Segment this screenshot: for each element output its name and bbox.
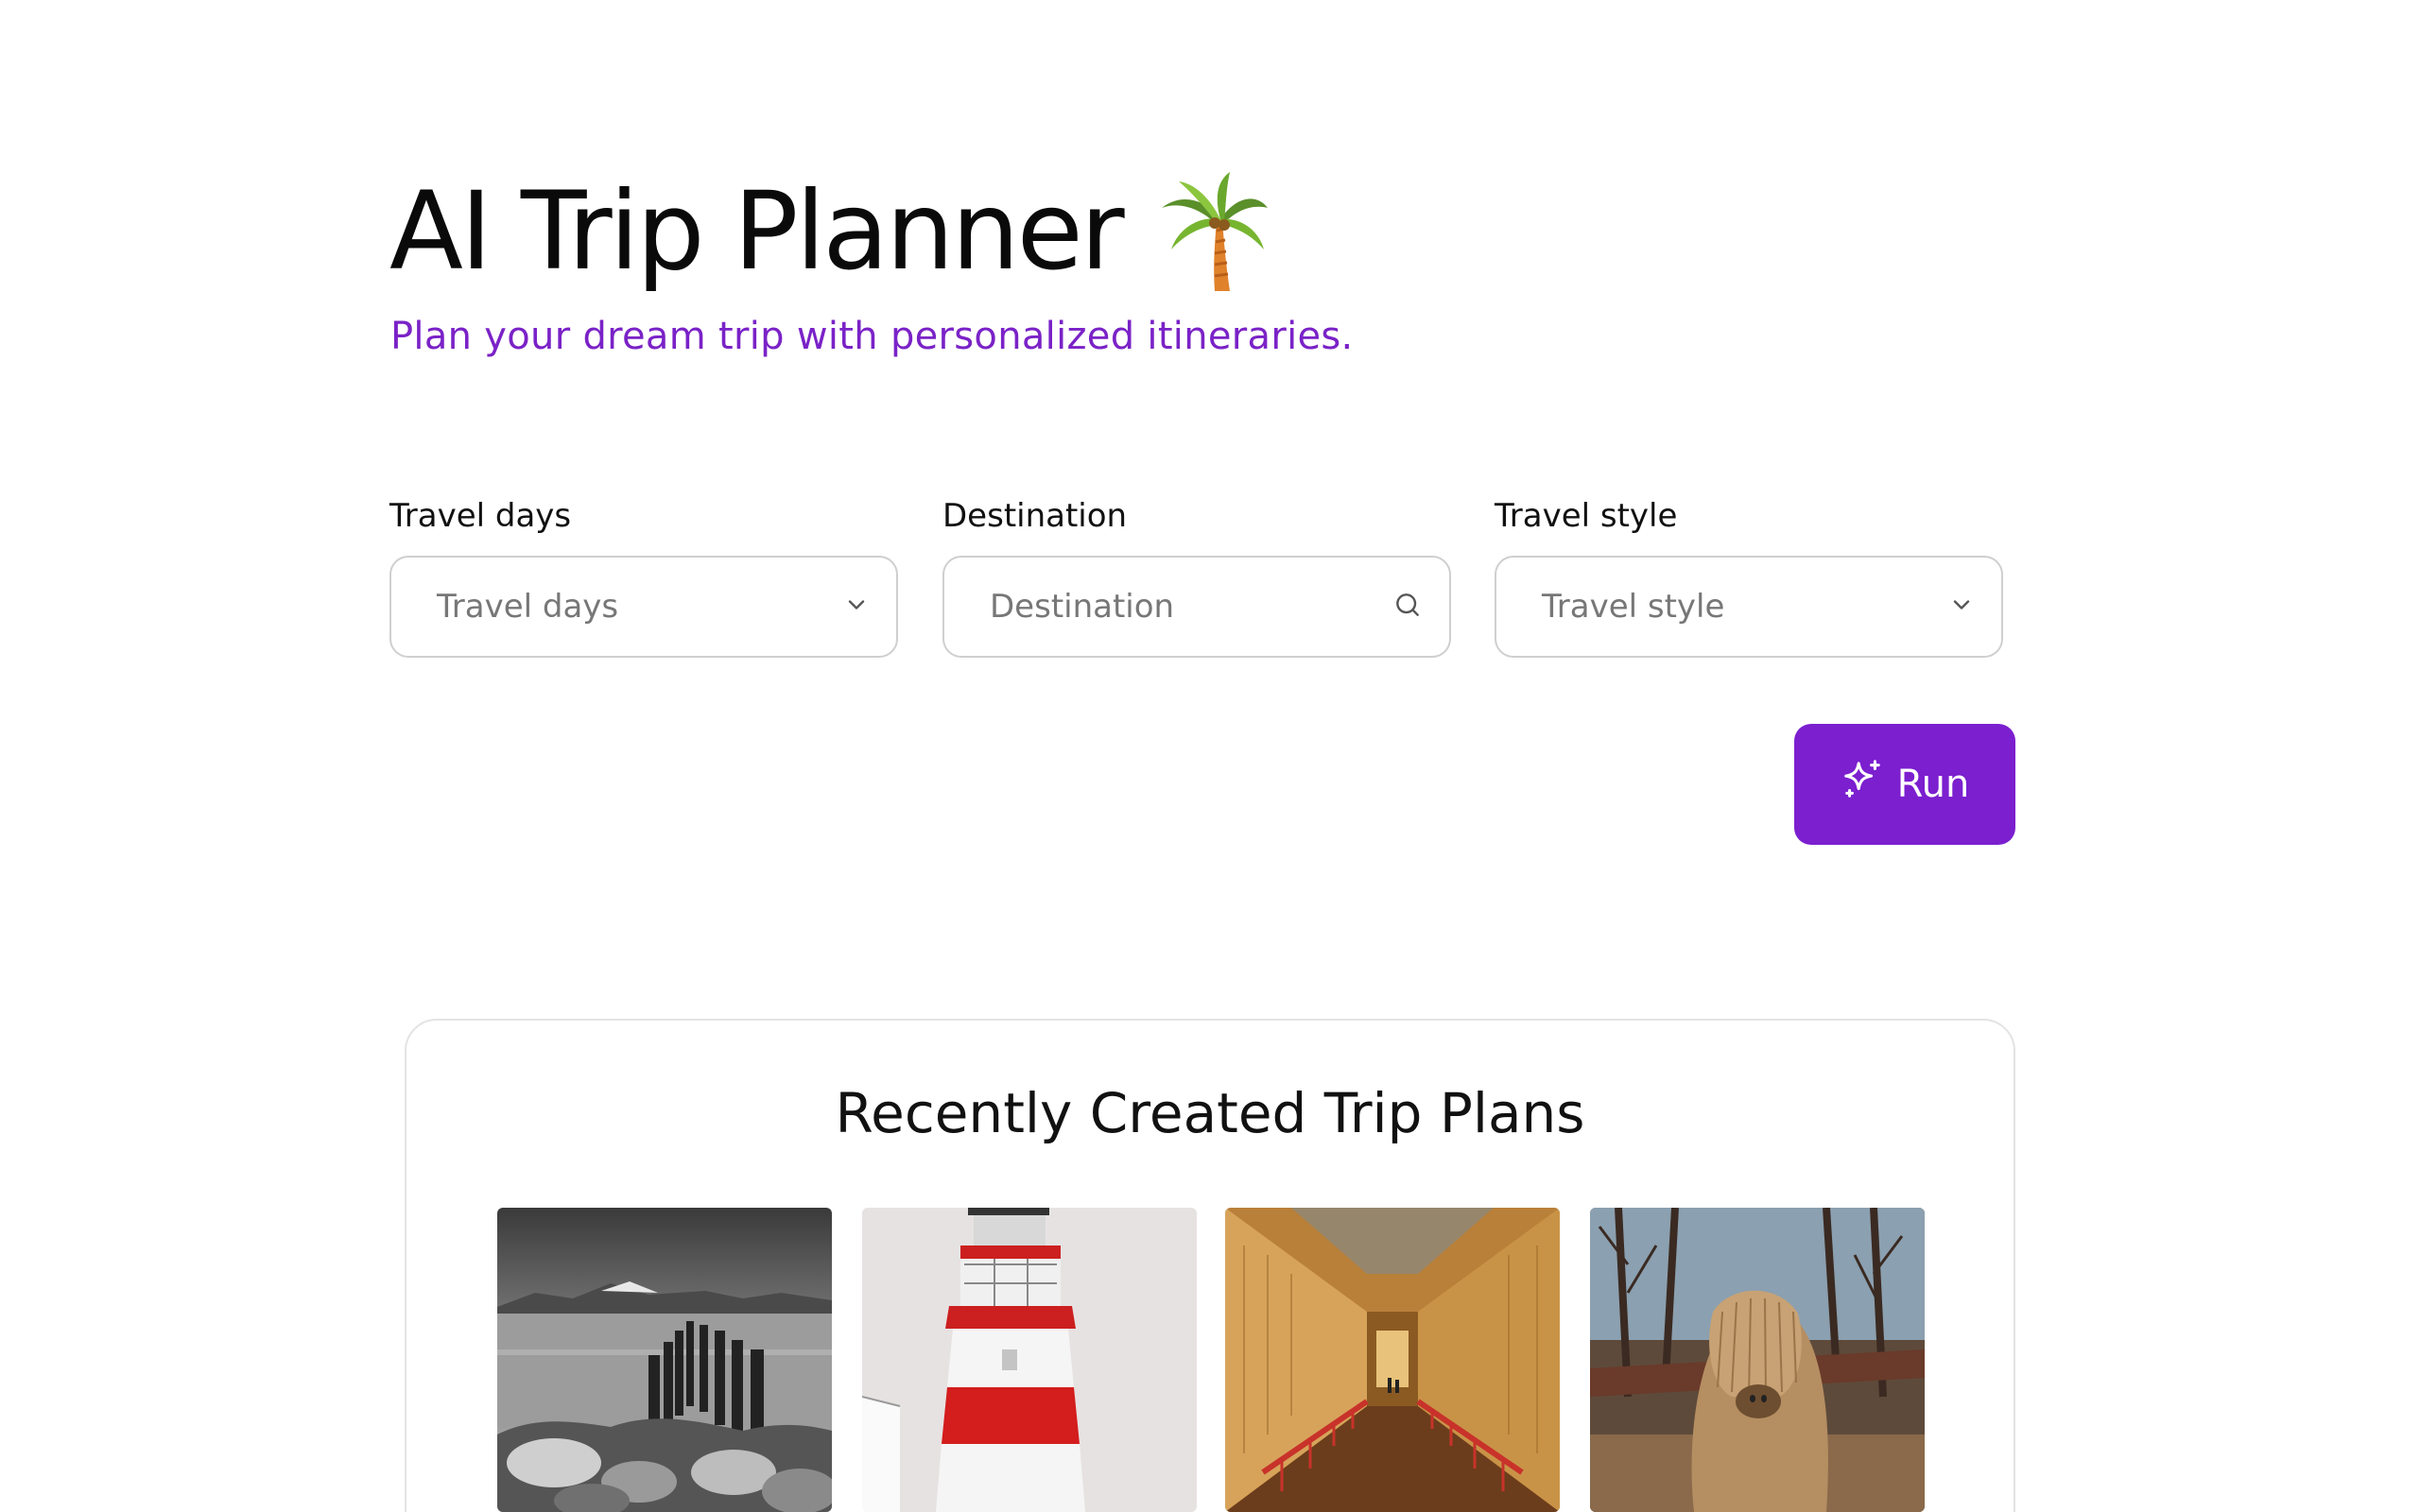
page: AI Trip Planner Plan your dream trip wit… (0, 0, 2420, 1512)
recent-plans-panel: Recently Created Trip Plans (405, 1019, 2015, 1512)
travel-days-select[interactable]: Travel days (389, 556, 898, 658)
trip-plan-card-lighthouse[interactable] (862, 1208, 1197, 1512)
travel-style-placeholder: Travel style (1542, 588, 1725, 626)
travel-days-label: Travel days (389, 497, 572, 535)
run-button-label: Run (1896, 763, 1970, 806)
destination-input[interactable] (990, 588, 1368, 626)
title-row: AI Trip Planner (389, 170, 1270, 293)
trip-plan-card-lake-pier[interactable] (497, 1208, 832, 1512)
palm-tree-icon (1158, 170, 1270, 293)
page-title: AI Trip Planner (389, 168, 1125, 294)
trip-plan-card-alpaca[interactable] (1590, 1208, 1925, 1512)
travel-days-field: Travel days Travel days (389, 497, 898, 658)
lake-pier-image (497, 1208, 832, 1512)
travel-style-field: Travel style Travel style (1495, 497, 2003, 658)
destination-label: Destination (942, 497, 1128, 535)
search-icon[interactable] (1392, 590, 1423, 624)
chevron-down-icon (843, 592, 870, 622)
tomb-corridor-image (1225, 1208, 1560, 1512)
run-button[interactable]: Run (1794, 724, 2015, 845)
chevron-down-icon (1948, 592, 1975, 622)
lighthouse-image (862, 1208, 1197, 1512)
destination-box (942, 556, 1451, 658)
sparkle-icon (1841, 758, 1884, 811)
travel-style-select[interactable]: Travel style (1495, 556, 2003, 658)
travel-days-placeholder: Travel days (437, 588, 619, 626)
page-subtitle: Plan your dream trip with personalized i… (390, 315, 1354, 358)
travel-style-label: Travel style (1495, 497, 1678, 535)
recent-plans-title: Recently Created Trip Plans (835, 1081, 1585, 1145)
destination-field: Destination (942, 497, 1451, 658)
trip-plan-card-tomb-corridor[interactable] (1225, 1208, 1560, 1512)
alpaca-image (1590, 1208, 1925, 1512)
